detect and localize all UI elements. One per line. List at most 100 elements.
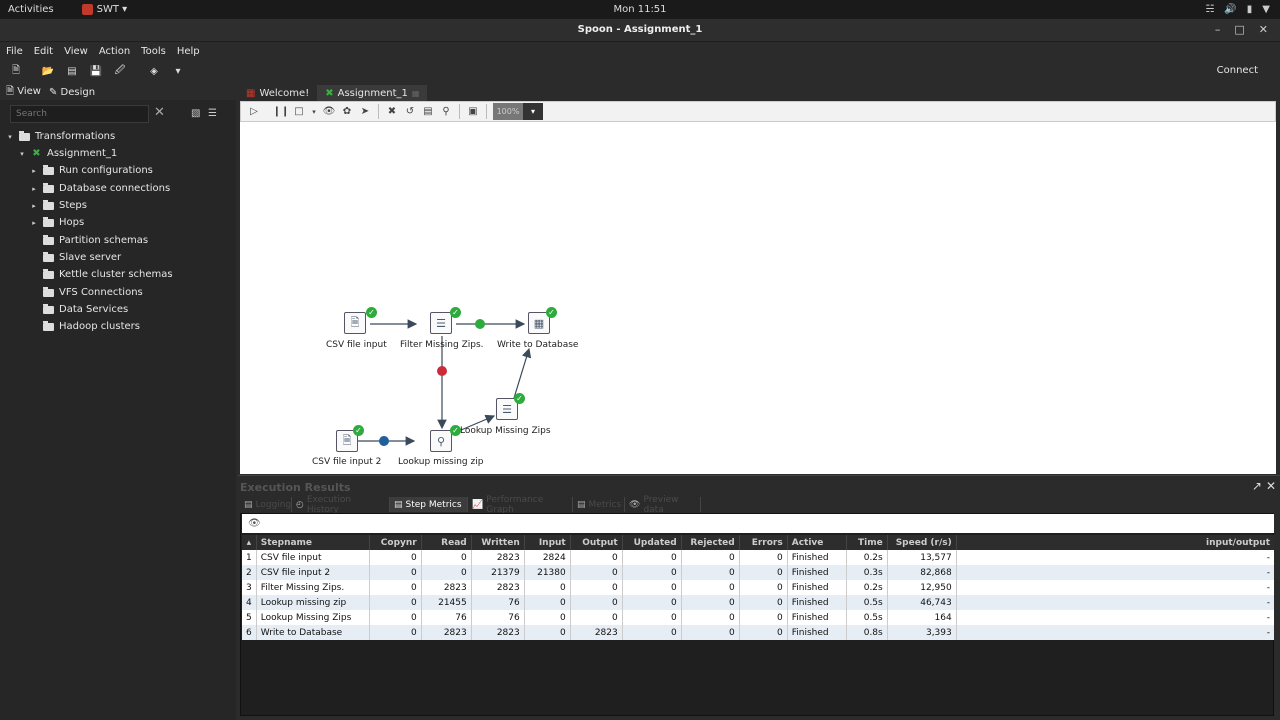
perspective-dropdown-icon[interactable]: ▾ (172, 65, 184, 77)
tab-step-metrics[interactable]: ▤ Step Metrics (390, 497, 468, 512)
tab-preview-data[interactable]: 👁 Preview data (625, 495, 701, 515)
impact-icon[interactable]: ↺ (404, 106, 416, 118)
search-input[interactable] (10, 105, 149, 123)
explore-repository-icon[interactable]: ▤ (66, 65, 78, 77)
save-icon[interactable]: 💾 (90, 65, 102, 77)
expand-arrow-icon[interactable]: ▸ (30, 202, 38, 210)
maximize-icon[interactable]: □ (1234, 23, 1244, 36)
tree-item-slave-server[interactable]: Slave server (30, 249, 121, 266)
tree-item-vfs-connections[interactable]: VFS Connections (30, 284, 143, 301)
menu-action[interactable]: Action (99, 46, 130, 57)
column-header[interactable]: input/output (956, 535, 1274, 550)
transformation-canvas[interactable]: 🗎 ✓ CSV file input ☰ ✓ Filter Missing Zi… (240, 122, 1276, 474)
table-row[interactable]: 5 Lookup Missing Zips 0 76 76 0 0 0 0 0 … (242, 610, 1274, 625)
cell-rejected: 0 (681, 580, 740, 595)
menu-file[interactable]: File (6, 46, 23, 57)
maximize-panel-icon[interactable]: ↗ (1252, 479, 1262, 493)
column-header[interactable]: Errors (739, 535, 788, 550)
tree-item-data-services[interactable]: Data Services (30, 301, 128, 318)
sort-icon[interactable]: ▴ (242, 535, 257, 550)
tree-item-transformations[interactable]: ▾ Transformations (6, 128, 115, 145)
tree-item-assignment[interactable]: ▾ ✖ Assignment_1 (18, 145, 117, 162)
tree-item-steps[interactable]: ▸ Steps (30, 197, 87, 214)
column-header[interactable]: Copynr (369, 535, 422, 550)
minimize-icon[interactable]: – (1215, 23, 1221, 36)
app-menu[interactable]: SWT ▾ (81, 4, 127, 15)
tab-performance-graph[interactable]: 📈 Performance Graph (468, 495, 573, 515)
new-file-icon[interactable]: 🗎 (10, 65, 22, 77)
tab-execution-history[interactable]: ◴ Execution History (292, 495, 390, 515)
expand-arrow-icon[interactable]: ▸ (30, 167, 38, 175)
expand-arrow-icon[interactable]: ▸ (30, 219, 38, 227)
table-row[interactable]: 2 CSV file input 2 0 0 21379 21380 0 0 0… (242, 565, 1274, 580)
sql-icon[interactable]: ▤ (422, 106, 434, 118)
column-header[interactable]: Stepname (256, 535, 370, 550)
tab-welcome[interactable]: ▦ Welcome! (238, 85, 317, 101)
explore-db-icon[interactable]: ⚲ (440, 106, 452, 118)
tab-view[interactable]: 🗎 View (6, 84, 41, 101)
stop-icon[interactable]: □ (293, 106, 305, 118)
clear-search-icon[interactable]: ✕ (154, 105, 165, 120)
expand-arrow-icon[interactable]: ▾ (18, 150, 26, 158)
menu-help[interactable]: Help (177, 46, 200, 57)
replay-icon[interactable]: ➤ (359, 106, 371, 118)
expand-arrow-icon[interactable]: ▾ (6, 133, 14, 141)
tab-metrics[interactable]: ▤ Metrics (573, 497, 625, 512)
tab-close-icon[interactable]: ▦ (412, 89, 420, 98)
column-header[interactable]: Output (570, 535, 623, 550)
menu-edit[interactable]: Edit (34, 46, 53, 57)
table-row[interactable]: 3 Filter Missing Zips. 0 2823 2823 0 0 0… (242, 580, 1274, 595)
column-header[interactable]: Written (471, 535, 525, 550)
cell-input: 0 (524, 595, 571, 610)
zoom-select[interactable]: 100% (493, 103, 523, 120)
tree-item-hadoop-clusters[interactable]: Hadoop clusters (30, 318, 140, 335)
left-panel: 🗎 View ✎ Design ✕ ▧ ☰ ▾ Transformations … (0, 84, 236, 720)
table-row[interactable]: 6 Write to Database 0 2823 2823 0 2823 0… (242, 625, 1274, 640)
main-toolbar: 🗎 📂 ▤ 💾 🖉 ◈ ▾ Connect (0, 60, 1280, 82)
column-header[interactable]: Updated (622, 535, 682, 550)
connect-button[interactable]: Connect (1217, 65, 1258, 76)
expand-all-icon[interactable]: ☰ (208, 108, 217, 119)
column-header[interactable]: Rejected (681, 535, 740, 550)
close-icon[interactable]: ✕ (1259, 23, 1268, 36)
tree-item-hops[interactable]: ▸ Hops (30, 214, 84, 231)
open-file-icon[interactable]: 📂 (42, 65, 54, 77)
tree-item-partition-schemas[interactable]: Partition schemas (30, 232, 148, 249)
cell-read: 21455 (421, 595, 472, 610)
debug-icon[interactable]: ✿ (341, 106, 353, 118)
tree-item-database-connections[interactable]: ▸ Database connections (30, 180, 170, 197)
verify-icon[interactable]: ✖ (386, 106, 398, 118)
table-row[interactable]: 4 Lookup missing zip 0 21455 76 0 0 0 0 … (242, 595, 1274, 610)
tab-design[interactable]: ✎ Design (49, 87, 95, 98)
zoom-dropdown-icon[interactable]: ▾ (523, 103, 543, 120)
show-selected-icon[interactable]: 👁 (248, 518, 261, 529)
cell-copynr: 0 (369, 595, 422, 610)
expand-arrow-icon[interactable]: ▸ (30, 185, 38, 193)
clock[interactable]: Mon 11:51 (613, 4, 666, 15)
menu-view[interactable]: View (64, 46, 88, 57)
activities-button[interactable]: Activities (8, 4, 54, 15)
perspective-icon[interactable]: ◈ (148, 65, 160, 77)
column-header[interactable]: Speed (r/s) (887, 535, 957, 550)
collapse-all-icon[interactable]: ▧ (191, 108, 200, 119)
preview-icon[interactable]: 👁 (323, 106, 336, 118)
column-header[interactable]: Read (421, 535, 472, 550)
tab-logging[interactable]: ▤ Logging (240, 497, 292, 512)
column-header[interactable]: Active (787, 535, 847, 550)
menu-tools[interactable]: Tools (141, 46, 166, 57)
save-as-icon[interactable]: 🖉 (114, 65, 126, 77)
table-row[interactable]: 1 CSV file input 0 0 2823 2824 0 0 0 0 F… (242, 550, 1274, 565)
system-tray[interactable]: ☵ 🔊 ▮ ▼ (1205, 4, 1270, 15)
tree-item-run-configurations[interactable]: ▸ Run configurations (30, 162, 153, 179)
show-results-icon[interactable]: ▣ (467, 106, 479, 118)
hop-line[interactable] (513, 347, 532, 399)
column-header[interactable]: Input (524, 535, 571, 550)
stop-dropdown-icon[interactable]: ▾ (311, 106, 317, 118)
hops-layer (358, 319, 532, 446)
close-panel-icon[interactable]: ✕ (1266, 479, 1276, 493)
pause-icon[interactable]: ❙❙ (273, 106, 290, 118)
run-icon[interactable]: ▷ (248, 106, 260, 118)
tab-assignment[interactable]: ✖ Assignment_1 ▦ (317, 85, 428, 101)
tree-item-kettle-cluster-schemas[interactable]: Kettle cluster schemas (30, 266, 173, 283)
column-header[interactable]: Time (846, 535, 888, 550)
